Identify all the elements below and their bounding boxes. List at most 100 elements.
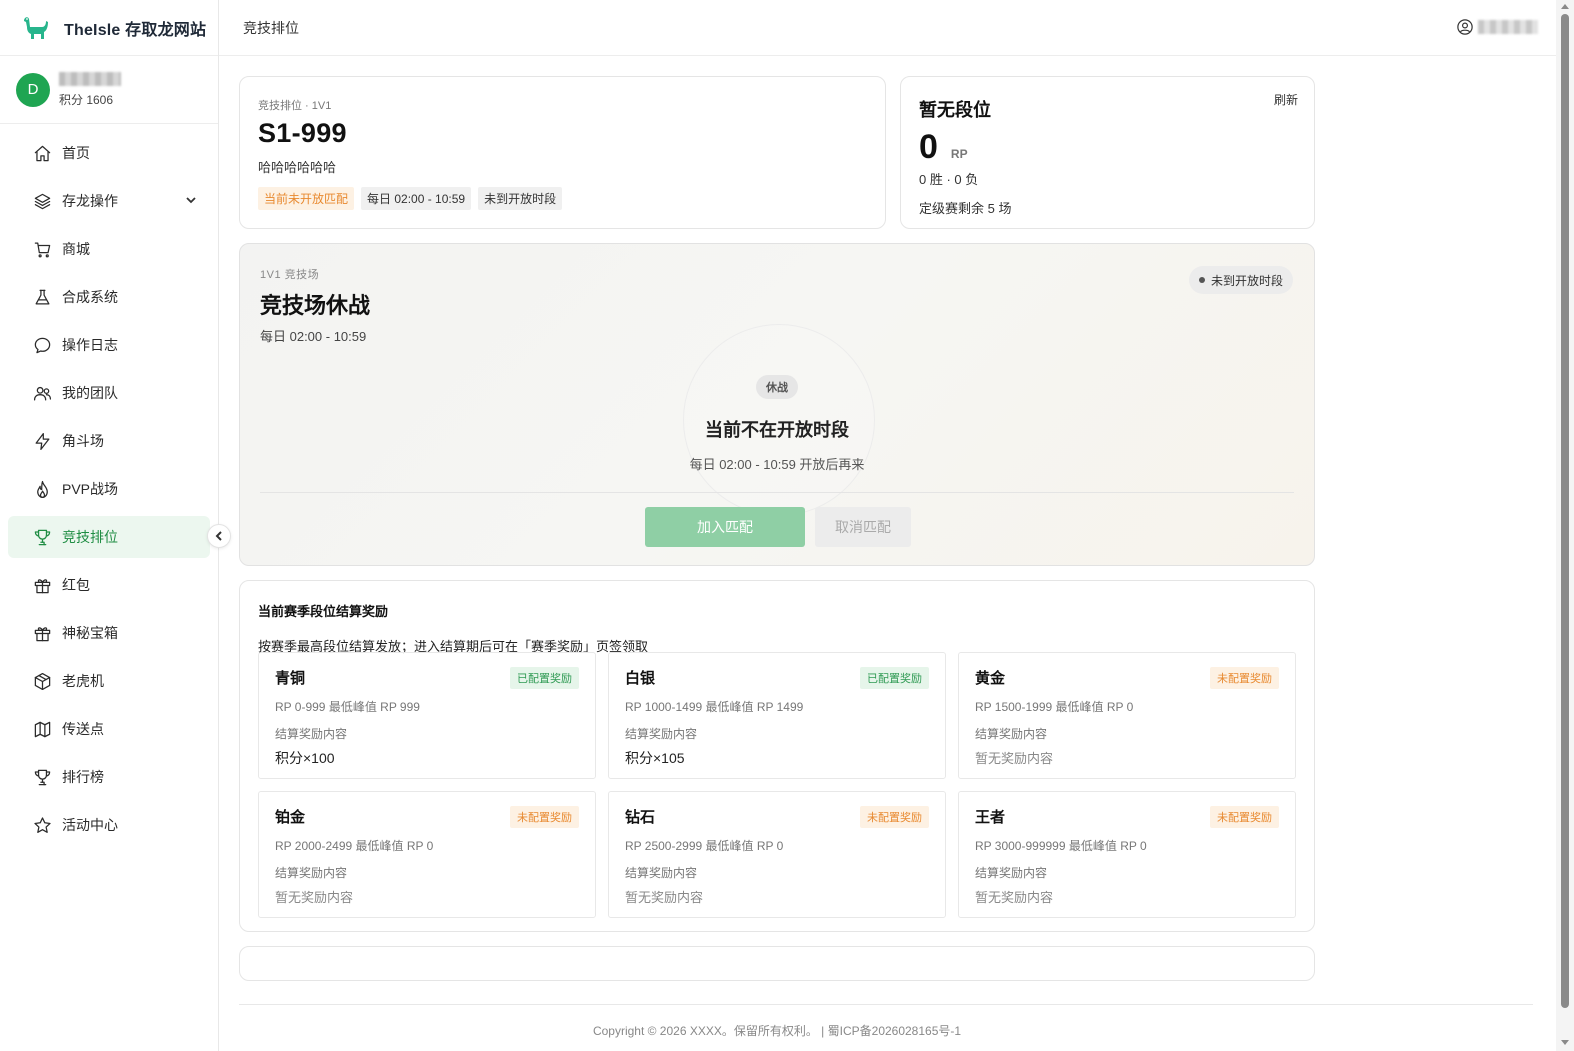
tier-rp-range: RP 1000-1499 最低峰值 RP 1499	[625, 700, 804, 714]
sidebar-item-label: 操作日志	[62, 337, 118, 353]
sidebar-item-label: 合成系统	[62, 289, 118, 305]
cube-icon	[32, 671, 52, 691]
join-match-button[interactable]: 加入匹配	[645, 507, 805, 547]
season-card: 竞技排位 · 1V1 S1-999 哈哈哈哈哈哈 当前未开放匹配 每日 02:0…	[239, 76, 886, 229]
map-icon	[32, 719, 52, 739]
tier-status-badge: 未配置奖励	[1210, 806, 1279, 828]
sidebar-item-home[interactable]: 首页	[8, 132, 210, 174]
tier-reward-content: 暂无奖励内容	[625, 890, 704, 905]
dinosaur-logo-icon	[24, 16, 48, 39]
message-icon	[32, 335, 52, 355]
gift-box-icon	[32, 623, 52, 643]
sidebar-item-synthesis[interactable]: 合成系统	[8, 276, 210, 318]
tier-content-label: 结算奖励内容	[275, 866, 348, 880]
sidebar-item-slot-machine[interactable]: 老虎机	[8, 660, 210, 702]
chevron-left-icon	[215, 531, 222, 541]
sidebar-item-dino-ops[interactable]: 存龙操作	[8, 180, 210, 222]
cart-icon	[32, 239, 52, 259]
rank-title: 暂无段位	[919, 100, 991, 120]
sidebar-nav: 首页 存龙操作 商城 合成系统 操作日志 我的团队 角斗场 PVP战场 竞技排位…	[0, 124, 218, 846]
topbar-user-menu[interactable]	[1456, 18, 1538, 36]
tier-card-platinum: 铂金 未配置奖励 RP 2000-2499 最低峰值 RP 0 结算奖励内容 暂…	[258, 791, 596, 918]
tier-content-label: 结算奖励内容	[625, 866, 698, 880]
tier-content-label: 结算奖励内容	[625, 727, 698, 741]
tier-status-badge: 未配置奖励	[860, 806, 929, 828]
arena-status-label: 未到开放时段	[1210, 273, 1283, 288]
scroll-up-arrow-icon[interactable]	[1561, 4, 1569, 9]
tier-rp-range: RP 0-999 最低峰值 RP 999	[275, 700, 420, 714]
sidebar-item-pvp[interactable]: PVP战场	[8, 468, 210, 510]
sidebar-item-label: 商城	[62, 241, 90, 257]
scrollbar-thumb[interactable]	[1561, 14, 1569, 1008]
tier-reward-content: 暂无奖励内容	[275, 890, 354, 905]
bolt-icon	[32, 431, 52, 451]
season-name: S1-999	[258, 118, 347, 148]
sidebar-item-label: 老虎机	[62, 673, 104, 689]
rank-rp-unit: RP	[950, 147, 968, 161]
sidebar-item-mystery-box[interactable]: 神秘宝箱	[8, 612, 210, 654]
flask-icon	[32, 287, 52, 307]
tier-card-diamond: 钻石 未配置奖励 RP 2500-2999 最低峰值 RP 0 结算奖励内容 暂…	[608, 791, 946, 918]
sidebar-item-ranked[interactable]: 竞技排位	[8, 516, 210, 558]
username-redacted	[1478, 20, 1538, 34]
username-redacted	[59, 71, 121, 86]
sidebar-item-label: 我的团队	[62, 385, 118, 401]
sidebar-item-events[interactable]: 活动中心	[8, 804, 210, 846]
sidebar-item-shop[interactable]: 商城	[8, 228, 210, 270]
tier-content-label: 结算奖励内容	[975, 727, 1048, 741]
user-circle-icon	[1457, 19, 1473, 35]
brand-title: TheIsle 存取龙网站	[64, 21, 207, 39]
sidebar-item-team[interactable]: 我的团队	[8, 372, 210, 414]
sidebar-item-red-packet[interactable]: 红包	[8, 564, 210, 606]
sidebar-item-label: 首页	[62, 145, 90, 161]
tier-card-king: 王者 未配置奖励 RP 3000-999999 最低峰值 RP 0 结算奖励内容…	[958, 791, 1296, 918]
collapse-sidebar-button[interactable]	[207, 524, 231, 548]
tier-rp-range: RP 1500-1999 最低峰值 RP 0	[975, 700, 1134, 714]
tier-status-badge: 已配置奖励	[510, 667, 579, 689]
sidebar-item-label: 神秘宝箱	[62, 625, 118, 641]
rank-rp-value: 0	[919, 128, 938, 166]
tier-status-badge: 已配置奖励	[860, 667, 929, 689]
footer-divider	[239, 1004, 1533, 1005]
arena-status-badge: 未到开放时段	[1188, 266, 1293, 294]
tier-content-label: 结算奖励内容	[975, 866, 1048, 880]
sidebar-item-colosseum[interactable]: 角斗场	[8, 420, 210, 462]
sidebar-item-label: 排行榜	[62, 769, 104, 785]
tier-reward-content: 积分×105	[625, 750, 685, 766]
arena-title: 竞技场休战	[260, 293, 371, 318]
tier-rp-range: RP 2000-2499 最低峰值 RP 0	[275, 839, 434, 853]
sidebar-item-label: PVP战场	[62, 481, 119, 497]
sidebar-item-logs[interactable]: 操作日志	[8, 324, 210, 366]
rank-card: 暂无段位 刷新 0 RP 0 胜 · 0 负 定级赛剩余 5 场	[900, 76, 1315, 229]
sidebar-item-label: 存龙操作	[62, 193, 118, 209]
tier-reward-content: 暂无奖励内容	[975, 890, 1054, 905]
reward-tiers-grid: 青铜 已配置奖励 RP 0-999 最低峰值 RP 999 结算奖励内容 积分×…	[258, 652, 1296, 918]
season-rewards-card: 当前赛季段位结算奖励 按赛季最高段位结算发放；进入结算期后可在「赛季奖励」页签领…	[239, 580, 1315, 932]
placement-remaining: 定级赛剩余 5 场	[919, 201, 1012, 216]
layers-icon	[32, 191, 52, 211]
sidebar-item-label: 角斗场	[62, 433, 104, 449]
tier-content-label: 结算奖励内容	[275, 727, 348, 741]
user-points: 积分 1606	[59, 92, 114, 107]
tier-reward-content: 暂无奖励内容	[975, 751, 1054, 766]
rewards-title: 当前赛季段位结算奖励	[258, 604, 389, 619]
cancel-match-button[interactable]: 取消匹配	[815, 507, 911, 547]
sidebar-item-label: 传送点	[62, 721, 104, 737]
sidebar-item-teleport[interactable]: 传送点	[8, 708, 210, 750]
footer-copyright: Copyright © 2026 XXXX。保留所有权利。 | 蜀ICP备202…	[592, 1024, 962, 1038]
sidebar-item-leaderboard[interactable]: 排行榜	[8, 756, 210, 798]
tier-rp-range: RP 3000-999999 最低峰值 RP 0	[975, 839, 1147, 853]
home-icon	[32, 143, 52, 163]
sidebar-item-label: 红包	[62, 577, 90, 593]
user-profile[interactable]: D 积分 1606	[0, 56, 218, 124]
season-description: 哈哈哈哈哈哈	[258, 160, 337, 175]
scroll-down-arrow-icon[interactable]	[1561, 1040, 1569, 1045]
brand[interactable]: TheIsle 存取龙网站	[0, 0, 218, 56]
team-icon	[32, 383, 52, 403]
season-tags: 当前未开放匹配 每日 02:00 - 10:59 未到开放时段	[258, 187, 867, 210]
page-scrollbar[interactable]	[1556, 0, 1574, 1051]
tier-card-gold: 黄金 未配置奖励 RP 1500-1999 最低峰值 RP 0 结算奖励内容 暂…	[958, 652, 1296, 779]
tier-card-bronze: 青铜 已配置奖励 RP 0-999 最低峰值 RP 999 结算奖励内容 积分×…	[258, 652, 596, 779]
refresh-button[interactable]: 刷新	[1274, 91, 1298, 108]
page-title: 竞技排位	[243, 19, 299, 36]
